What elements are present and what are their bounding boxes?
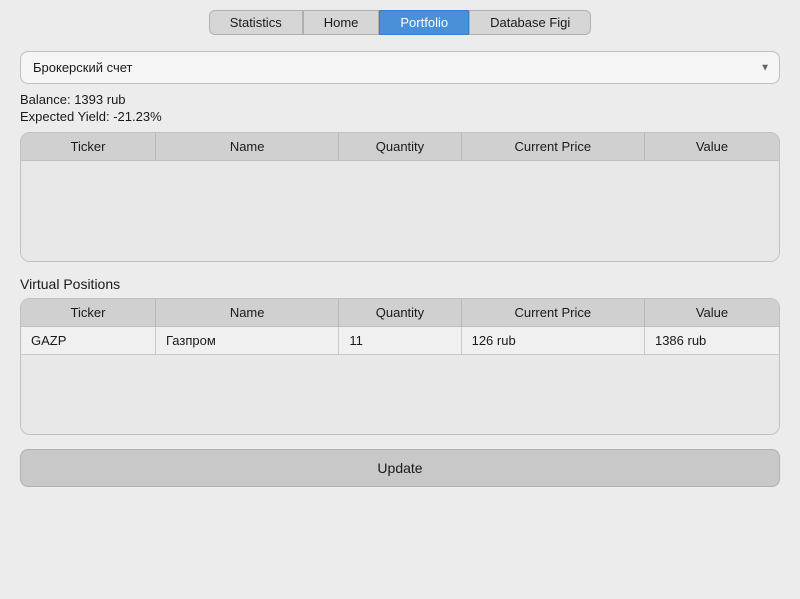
virtual-col-price: Current Price: [461, 299, 644, 327]
positions-col-value: Value: [644, 133, 779, 161]
virtual-col-ticker: Ticker: [21, 299, 155, 327]
positions-empty-row: [21, 161, 779, 261]
tab-database-figi[interactable]: Database Figi: [469, 10, 591, 35]
broker-select[interactable]: Брокерский счет: [20, 51, 780, 84]
table-row: GAZP Газпром 11 126 rub 1386 rub: [21, 326, 779, 354]
tab-home[interactable]: Home: [303, 10, 380, 35]
virtual-positions-table-container: Ticker Name Quantity Current Price Value…: [20, 298, 780, 436]
balance-label: Balance: 1393 rub: [20, 92, 780, 107]
tab-portfolio[interactable]: Portfolio: [379, 10, 469, 35]
virtual-col-quantity: Quantity: [339, 299, 461, 327]
yield-label: Expected Yield: -21.23%: [20, 109, 780, 124]
positions-table: Ticker Name Quantity Current Price Value: [21, 133, 779, 261]
positions-col-name: Name: [155, 133, 338, 161]
update-button[interactable]: Update: [20, 449, 780, 487]
cell-ticker: GAZP: [21, 326, 155, 354]
main-content: Брокерский счет ▼ Balance: 1393 rub Expe…: [0, 43, 800, 499]
positions-table-header-row: Ticker Name Quantity Current Price Value: [21, 133, 779, 161]
cell-quantity: 11: [339, 326, 461, 354]
positions-col-ticker: Ticker: [21, 133, 155, 161]
cell-name: Газпром: [155, 326, 338, 354]
nav-bar: Statistics Home Portfolio Database Figi: [0, 0, 800, 43]
cell-value: 1386 rub: [644, 326, 779, 354]
cell-price: 126 rub: [461, 326, 644, 354]
tab-statistics[interactable]: Statistics: [209, 10, 303, 35]
positions-col-quantity: Quantity: [339, 133, 461, 161]
positions-col-price: Current Price: [461, 133, 644, 161]
virtual-positions-table: Ticker Name Quantity Current Price Value…: [21, 299, 779, 435]
positions-table-container: Ticker Name Quantity Current Price Value: [20, 132, 780, 262]
virtual-positions-header-row: Ticker Name Quantity Current Price Value: [21, 299, 779, 327]
virtual-filler-row: [21, 354, 779, 434]
broker-select-wrapper: Брокерский счет ▼: [20, 51, 780, 84]
virtual-col-name: Name: [155, 299, 338, 327]
virtual-positions-header: Virtual Positions: [20, 276, 780, 292]
virtual-col-value: Value: [644, 299, 779, 327]
